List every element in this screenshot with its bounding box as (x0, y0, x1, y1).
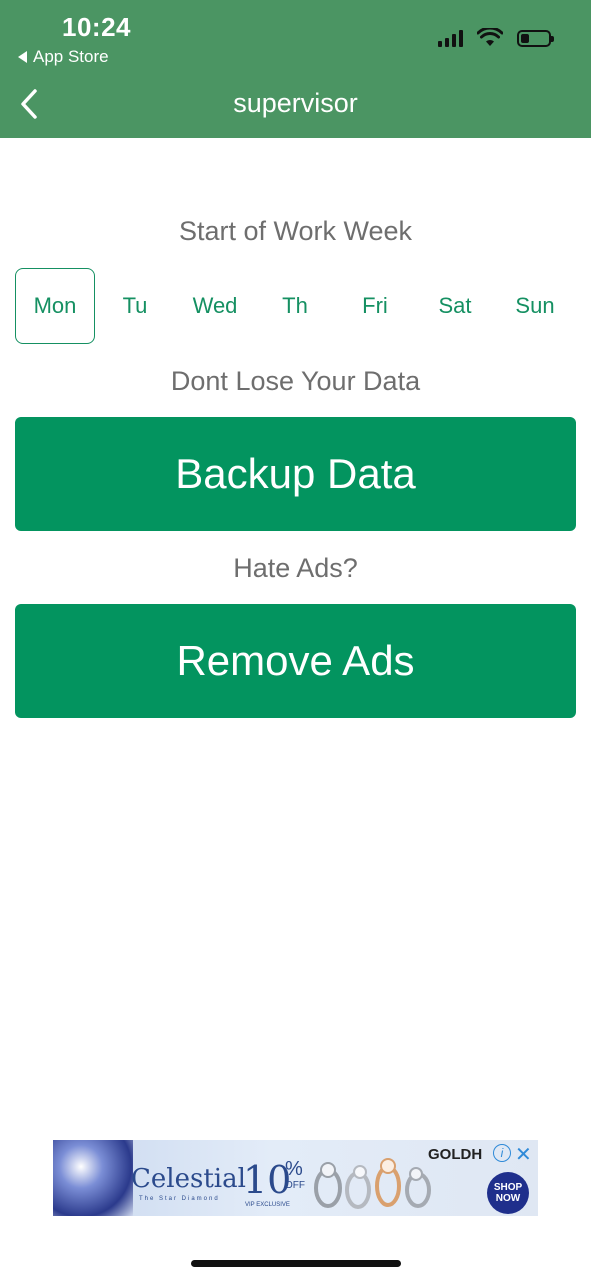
ad-close-icon[interactable]: ✕ (515, 1142, 532, 1167)
battery-icon (517, 29, 554, 47)
backup-data-button[interactable]: Backup Data (15, 417, 576, 531)
back-triangle-icon (18, 51, 27, 63)
ad-exclusive: VIP EXCLUSIVE (245, 1202, 290, 1208)
status-time: 10:24 (62, 12, 131, 42)
work-week-day-selector: Mon Tu Wed Th Fri Sat Sun (15, 268, 575, 344)
backup-label: Dont Lose Your Data (170, 366, 421, 396)
day-option-sat[interactable]: Sat (415, 268, 495, 344)
home-indicator[interactable] (191, 1260, 401, 1267)
page-title: supervisor (233, 88, 358, 118)
cellular-signal-icon (438, 29, 463, 47)
back-to-app-store-link[interactable]: App Store (18, 47, 109, 67)
wifi-icon (477, 28, 503, 46)
day-option-fri[interactable]: Fri (335, 268, 415, 344)
hate-ads-label: Hate Ads? (233, 553, 358, 583)
day-option-tu[interactable]: Tu (95, 268, 175, 344)
back-app-label: App Store (33, 47, 109, 66)
day-option-mon[interactable]: Mon (15, 268, 95, 344)
battery-level (521, 33, 529, 43)
status-icons (438, 28, 554, 48)
ad-advertiser: GOLDH (428, 1146, 483, 1163)
day-option-th[interactable]: Th (255, 268, 335, 344)
day-option-wed[interactable]: Wed (175, 268, 255, 344)
ad-brand: Celestial (131, 1164, 246, 1194)
ad-percent-sign: % (285, 1158, 303, 1180)
app-header: 10:24 App Store supervisor (0, 0, 591, 138)
ad-off: OFF (285, 1180, 305, 1191)
day-option-sun[interactable]: Sun (495, 268, 575, 344)
remove-ads-button[interactable]: Remove Ads (15, 604, 576, 718)
rings-image (314, 1158, 431, 1209)
diamond-image (53, 1140, 133, 1216)
ad-info-icon[interactable]: i (493, 1144, 511, 1162)
work-week-label: Start of Work Week (178, 216, 413, 246)
shop-now-button[interactable]: SHOP NOW (487, 1172, 529, 1214)
ad-banner[interactable]: Celestial The Star Diamond 10 % OFF VIP … (53, 1140, 538, 1216)
ad-tagline: The Star Diamond (139, 1196, 220, 1202)
